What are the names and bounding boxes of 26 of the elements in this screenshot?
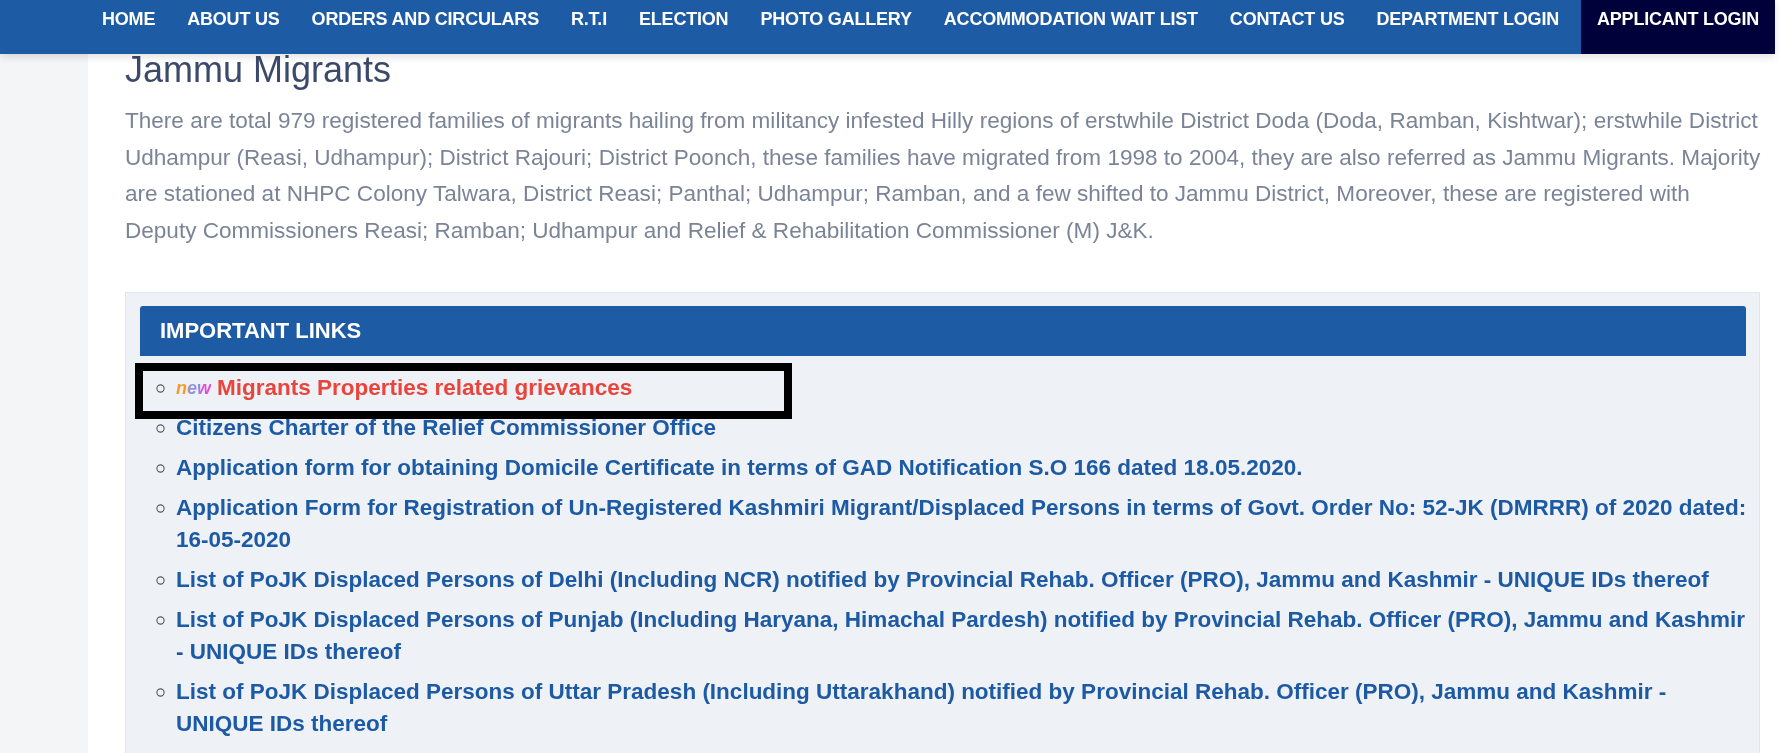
bullet-icon bbox=[156, 424, 165, 433]
bullet-icon bbox=[156, 504, 165, 513]
nav-link[interactable]: APPLICANT LOGIN bbox=[1581, 0, 1775, 54]
important-link[interactable]: List of PoJK Displaced Persons of Punjab (Including Haryana, Himachal Pardesh) notified by Provincial Rehab. Officer (PRO), Jammu and Kashmir - UNIQUE IDs thereof bbox=[176, 604, 1752, 668]
nav-link[interactable]: ABOUT US bbox=[171, 0, 296, 54]
bullet-icon bbox=[156, 616, 165, 625]
important-link[interactable]: Application form for obtaining Domicile Certificate in terms of GAD Notification S.O 166 dated 18.05.2020. bbox=[176, 452, 1303, 484]
nav-link[interactable]: ELECTION bbox=[622, 0, 745, 54]
bullet-icon bbox=[156, 464, 165, 473]
important-link[interactable]: Migrants Properties related grievances bbox=[217, 372, 633, 404]
important-link[interactable]: List of PoJK Displaced Persons of Uttar Pradesh (Including Uttarakhand) notified by Provincial Rehab. Officer (PRO), Jammu and Kashmir - UNIQUE IDs thereof bbox=[176, 676, 1752, 740]
nav-link[interactable]: ACCOMMODATION WAIT LIST bbox=[927, 0, 1214, 54]
important-link[interactable]: Application Form for Registration of Un-Registered Kashmiri Migrant/Displaced Persons in terms of Govt. Order No: 52-JK (DMRRR) of 2020 dated: 16-05-2020 bbox=[176, 492, 1752, 556]
panel-header: IMPORTANT LINKS bbox=[140, 306, 1746, 356]
intro-paragraph: There are total 979 registered families of migrants hailing from militancy infested Hilly regions of erstwhile District Doda (Doda, Ramban, Kishtwar); erstwhile District Udhampur (Reasi, Udhampur); District Rajouri; District Poonch, these families have migrated from 1998 to 2004, they are also referred as Jammu Migrants. Majority are stationed at NHPC Colony Talwara, District Reasi; Panthal; Udhampur; Ramban, and a few shifted to Jammu District, Moreover, these are registered with Deputy Commissioners Reasi; Ramban; Udhampur and Relief & Rehabilitation Commissioner (M) J&K. bbox=[125, 107, 1762, 245]
nav-link[interactable]: HOME bbox=[86, 0, 172, 54]
nav-link[interactable]: CONTACT US bbox=[1213, 0, 1361, 54]
nav-link[interactable]: PHOTO GALLERY bbox=[744, 0, 928, 54]
nav-link[interactable]: R.T.I bbox=[554, 0, 623, 54]
nav-link[interactable]: DEPARTMENT LOGIN bbox=[1360, 0, 1575, 54]
nav-link[interactable]: ORDERS AND CIRCULARS bbox=[295, 0, 555, 54]
important-link[interactable]: List of PoJK Displaced Persons of Delhi (Including NCR) notified by Provincial Rehab. Officer (PRO), Jammu and Kashmir - UNIQUE IDs thereof bbox=[176, 564, 1709, 596]
bullet-icon bbox=[156, 576, 165, 585]
important-link[interactable]: Citizens Charter of the Relief Commissioner Office bbox=[176, 412, 717, 444]
bullet-icon bbox=[156, 384, 165, 393]
bullet-icon bbox=[156, 688, 165, 697]
